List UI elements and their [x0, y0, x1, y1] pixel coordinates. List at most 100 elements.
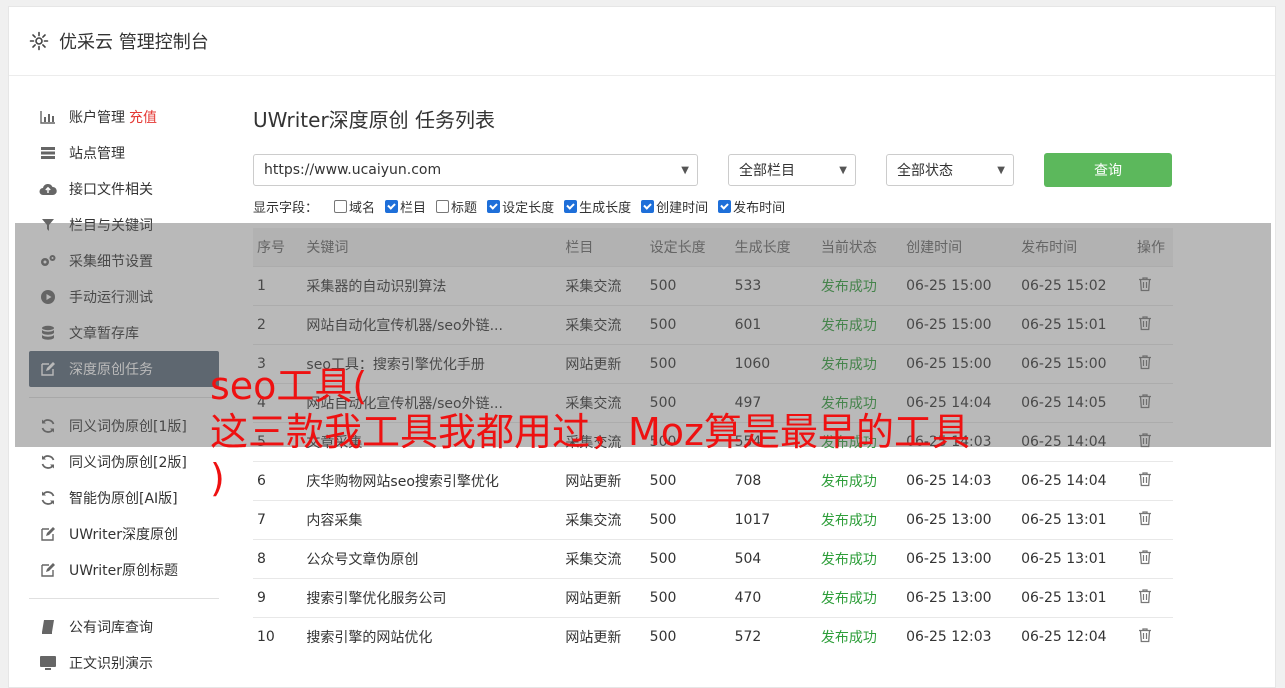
checkbox-box[interactable] [641, 199, 655, 213]
field-checkbox-label: 设定长度 [502, 200, 555, 216]
sidebar-item-13[interactable]: UWriter原创标题 [29, 552, 219, 588]
table-cell: 06-25 13:01 [1017, 539, 1134, 579]
sidebar-item-10[interactable]: 同义词伪原创[2版] [29, 444, 219, 480]
field-checkbox-3[interactable]: 标题 [436, 197, 477, 216]
checkbox-box[interactable] [436, 199, 450, 213]
field-checkbox-2[interactable]: 栏目 [385, 197, 426, 216]
overlay-line-1: seo工具( [210, 364, 368, 408]
field-checkbox-label: 创建时间 [656, 200, 709, 216]
status-select[interactable]: 全部状态 ▼ [886, 154, 1014, 186]
table-cell: 06-25 12:03 [902, 617, 1018, 656]
table-cell: 500 [645, 617, 731, 656]
table-row: 8 公众号文章伪原创 采集交流 500 504 发布成功 06-25 13:00 06-25 … [253, 539, 1173, 579]
refresh-icon [39, 454, 57, 470]
field-checkbox-label: 标题 [451, 200, 478, 216]
site-select[interactable]: https://www.ucaiyun.com ▼ [253, 154, 698, 186]
sidebar-item-12[interactable]: UWriter深度原创 [29, 516, 219, 552]
sidebar-item-1[interactable]: 账户管理 充值 [29, 99, 219, 135]
checkbox-box[interactable] [718, 199, 732, 213]
table-cell: 470 [730, 578, 817, 618]
table-cell-actions [1133, 617, 1173, 656]
page-title: UWriter深度原创 任务列表 [253, 108, 496, 132]
sidebar-divider [29, 598, 219, 599]
checkbox-box[interactable] [564, 199, 578, 213]
field-checkbox-label: 栏目 [400, 200, 427, 216]
table-cell: 网站更新 [561, 578, 646, 618]
table-cell: 公众号文章伪原创 [302, 539, 562, 579]
sidebar-item-label: UWriter原创标题 [69, 563, 178, 579]
sidebar-item-2[interactable]: 站点管理 [29, 135, 219, 171]
trash-icon[interactable] [1137, 510, 1153, 526]
table-cell: 发布成功 [816, 578, 903, 618]
sidebar-item-label: 正文识别演示 [69, 656, 153, 672]
checkbox-box[interactable] [385, 199, 399, 213]
table-cell: 10 [253, 617, 303, 656]
field-checkbox-6[interactable]: 创建时间 [641, 197, 708, 216]
table-row: 7 内容采集 采集交流 500 1017 发布成功 06-25 13:00 06-25 13:… [253, 500, 1173, 540]
recharge-link[interactable]: 充值 [129, 107, 157, 127]
table-cell: 采集交流 [561, 500, 646, 540]
overlay-caption: seo工具( 这三款我工具我都用过，Moz算是最早的工具 ) [210, 363, 1110, 501]
table-cell: 7 [253, 500, 303, 540]
trash-icon[interactable] [1137, 588, 1153, 604]
table-cell: 06-25 13:00 [902, 500, 1018, 540]
table-row: 10 搜索引擎的网站优化 网站更新 500 572 发布成功 06-25 12:03 06-2… [253, 617, 1173, 656]
table-cell: 06-25 13:01 [1017, 500, 1134, 540]
field-checkbox-7[interactable]: 发布时间 [718, 197, 785, 216]
sidebar-item-label: 公有词库查询 [69, 620, 153, 636]
sidebar-item-label: 同义词伪原创[2版] [69, 455, 187, 471]
console-title: 优采云 管理控制台 [59, 32, 209, 53]
trash-icon[interactable] [1137, 471, 1153, 487]
table-cell: 1017 [730, 500, 817, 540]
table-row: 9 搜索引擎优化服务公司 网站更新 500 470 发布成功 06-25 13:00 06-2… [253, 578, 1173, 618]
cloud-upload-icon [39, 181, 57, 197]
column-select[interactable]: 全部栏目 ▼ [728, 154, 856, 186]
table-cell: 06-25 13:00 [902, 578, 1018, 618]
table-cell: 500 [645, 578, 731, 618]
sidebar-item-3[interactable]: 接口文件相关 [29, 171, 219, 207]
column-select-value: 全部栏目 [739, 163, 795, 179]
table-cell: 发布成功 [816, 539, 903, 579]
table-cell: 搜索引擎的网站优化 [302, 617, 562, 656]
table-cell: 500 [645, 539, 731, 579]
filter-bar: https://www.ucaiyun.com ▼ 全部栏目 ▼ 全部状态 ▼ … [253, 153, 1173, 187]
trash-icon[interactable] [1137, 549, 1153, 565]
refresh-icon [39, 490, 57, 506]
field-checkbox-5[interactable]: 生成长度 [564, 197, 631, 216]
table-cell: 发布成功 [816, 617, 903, 656]
trash-icon[interactable] [1137, 627, 1153, 643]
table-cell: 采集交流 [561, 539, 646, 579]
field-checkbox-4[interactable]: 设定长度 [487, 197, 554, 216]
sidebar-item-15[interactable]: 正文识别演示 [29, 645, 219, 681]
overlay-line-2: 这三款我工具我都用过，Moz算是最早的工具 [210, 410, 970, 454]
table-cell: 发布成功 [816, 500, 903, 540]
checkbox-box[interactable] [334, 199, 348, 213]
query-button[interactable]: 查询 [1044, 153, 1172, 187]
bar-chart-icon [39, 109, 57, 125]
sidebar-item-11[interactable]: 智能伪原创[AI版] [29, 480, 219, 516]
table-cell-actions [1133, 500, 1173, 540]
display-fields: 显示字段： 域名 栏目 标题 设定长度 生成长度 创建时间 发布时间 [253, 196, 1173, 216]
chevron-down-icon: ▼ [997, 164, 1005, 176]
table-cell-actions [1133, 461, 1173, 501]
table-cell: 06-25 13:01 [1017, 578, 1134, 618]
table-cell-actions [1133, 539, 1173, 579]
site-select-value: https://www.ucaiyun.com [264, 162, 442, 178]
sidebar-item-label: 账户管理 [69, 110, 125, 126]
table-cell: 06-25 12:04 [1017, 617, 1134, 656]
checkbox-box[interactable] [487, 199, 501, 213]
table-cell: 500 [645, 500, 731, 540]
server-icon [39, 145, 57, 161]
field-checkbox-label: 域名 [349, 200, 376, 216]
table-cell: 搜索引擎优化服务公司 [302, 578, 562, 618]
sidebar-item-14[interactable]: 公有词库查询 [29, 609, 219, 645]
field-checkbox-1[interactable]: 域名 [334, 197, 375, 216]
sidebar-item-label: 站点管理 [69, 146, 125, 162]
field-checkbox-label: 生成长度 [579, 200, 632, 216]
chevron-down-icon: ▼ [681, 164, 689, 176]
table-cell: 内容采集 [302, 500, 562, 540]
status-select-value: 全部状态 [897, 163, 953, 179]
display-fields-label: 显示字段： [253, 200, 319, 216]
overlay-line-3: ) [210, 456, 225, 500]
table-cell: 网站更新 [561, 617, 646, 656]
